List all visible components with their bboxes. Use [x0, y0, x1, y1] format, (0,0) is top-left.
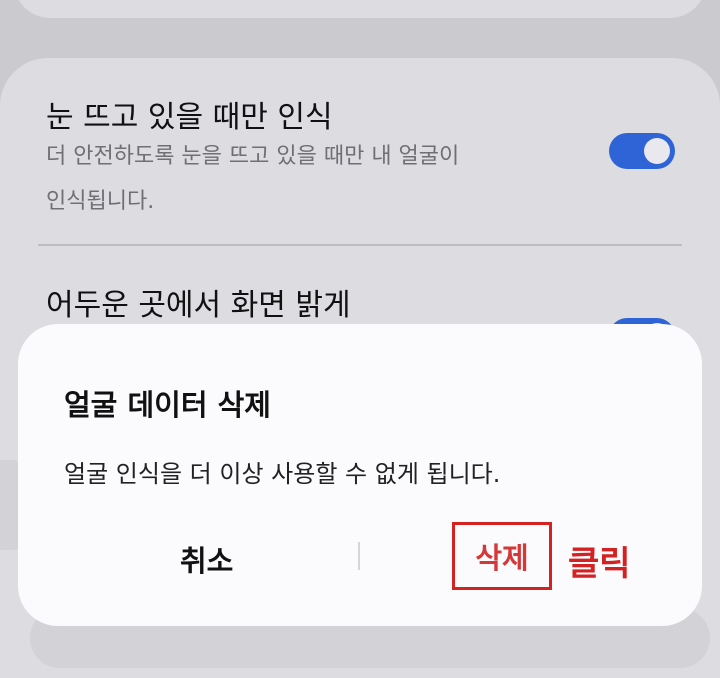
- dialog-title: 얼굴 데이터 삭제: [64, 388, 271, 422]
- button-separator: [358, 542, 360, 570]
- delete-button[interactable]: 삭제: [452, 522, 552, 590]
- eyes-open-toggle[interactable]: [609, 133, 675, 169]
- eyes-open-desc-line1: 더 안전하도록 눈을 뜨고 있을 때만 내 얼굴이: [46, 144, 460, 169]
- toggle-knob: [644, 138, 670, 164]
- eyes-open-desc-line2: 인식됩니다.: [46, 189, 155, 214]
- previous-settings-card: [14, 0, 706, 18]
- eyes-open-title: 눈 뜨고 있을 때만 인식: [46, 100, 333, 135]
- brighten-title: 어두운 곳에서 화면 밝게: [46, 288, 351, 323]
- dialog-message: 얼굴 인식을 더 이상 사용할 수 없게 됩니다.: [64, 460, 501, 488]
- cancel-button[interactable]: 취소: [180, 538, 233, 580]
- eyes-open-description: 더 안전하도록 눈을 뜨고 있을 때만 내 얼굴이 인식됩니다.: [46, 134, 566, 224]
- click-annotation: 클릭: [568, 544, 631, 584]
- divider: [38, 244, 682, 246]
